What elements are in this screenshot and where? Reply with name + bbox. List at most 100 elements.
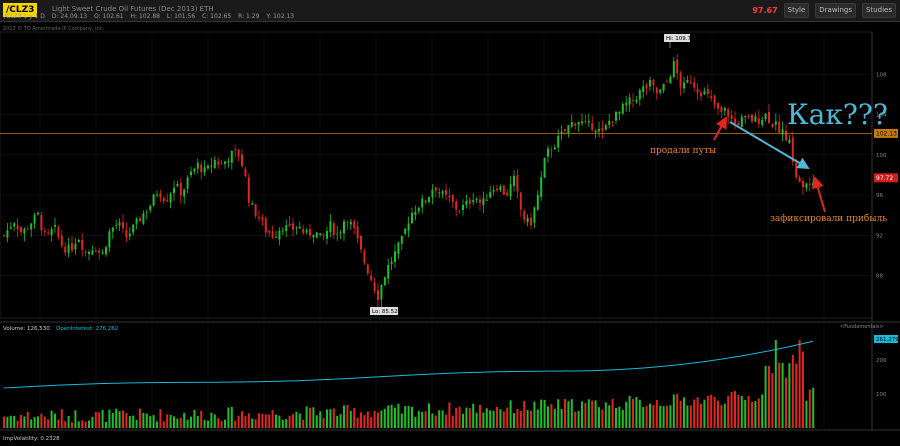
candle-body [377, 290, 379, 301]
candle-body [152, 194, 155, 206]
volume-bar [298, 413, 301, 428]
candle-body [635, 100, 638, 102]
volume-bar [47, 419, 50, 428]
candle-body [802, 181, 804, 188]
volume-bar [363, 414, 366, 428]
volume-bar [244, 416, 247, 428]
volume-bar [383, 408, 386, 428]
volume-bar [397, 403, 400, 428]
volume-bar [145, 413, 148, 428]
volume-bar [761, 394, 764, 428]
candle-body [696, 89, 699, 93]
volume-bar [611, 398, 614, 428]
volume-bar [662, 406, 665, 428]
candle-body [448, 195, 451, 198]
candle-body [438, 192, 441, 194]
volume-bar [142, 412, 145, 428]
volume-bar [618, 406, 621, 428]
candle-body [642, 86, 645, 92]
volume-bar [492, 410, 495, 428]
volume-bar [94, 411, 97, 428]
candle-body [224, 161, 226, 165]
volume-bar [224, 419, 226, 428]
candle-body [632, 99, 634, 101]
volume-bar [84, 421, 87, 428]
volume-bar [594, 400, 597, 428]
volume-bar [530, 410, 532, 428]
price-tick-label: 100 [876, 153, 887, 159]
price-tick-label: 88 [876, 274, 883, 280]
candle-body [547, 148, 549, 157]
candle-body [360, 235, 362, 250]
candle-body [445, 189, 447, 195]
volume-bar [135, 419, 138, 428]
candle-body [509, 184, 512, 197]
volume-bar [186, 419, 189, 428]
volume-bar [190, 416, 192, 428]
volume-bar [523, 400, 526, 428]
candle-body [404, 228, 407, 234]
candle-body [149, 205, 152, 211]
volume-bar [64, 421, 67, 428]
volume-bar [346, 404, 349, 428]
candle-body [472, 200, 475, 203]
volume-bar [166, 414, 169, 428]
price-tick-label: 96 [876, 193, 883, 199]
volume-bar [591, 400, 594, 428]
volume-bar [543, 399, 546, 428]
volume-bar [404, 406, 407, 428]
volume-bar [77, 421, 80, 428]
volume-bar [564, 399, 566, 428]
volume-bar [547, 406, 549, 428]
volume-bar [428, 403, 430, 428]
candle-body [808, 183, 811, 185]
candle-body [43, 230, 46, 233]
volume-bar [451, 415, 454, 428]
volume-bar [407, 405, 410, 428]
volume-bar [162, 421, 165, 428]
volume-bar [349, 410, 352, 428]
candle-body [312, 234, 315, 238]
candle-body [64, 246, 67, 253]
candle-body [230, 150, 233, 163]
candle-body [356, 226, 359, 239]
volume-bar [581, 401, 583, 428]
candle-body [16, 225, 19, 230]
volume-bar [261, 413, 264, 428]
candle-body [482, 198, 485, 206]
volume-bar [703, 399, 706, 428]
volume-bar [105, 421, 107, 428]
candle-body [237, 149, 240, 157]
candle-body [496, 188, 498, 191]
candle-body [717, 102, 719, 109]
candle-body [288, 223, 291, 226]
volume-bar [655, 400, 658, 428]
candle-body [781, 129, 784, 135]
candle-body [125, 230, 128, 238]
candle-body [652, 79, 655, 86]
candle-body [519, 192, 522, 210]
candle-body [6, 230, 9, 238]
volume-bar [380, 410, 383, 428]
candle-body [363, 251, 366, 263]
candle-body [730, 115, 733, 119]
volume-bar [411, 406, 413, 428]
volume-bar [173, 416, 175, 428]
volume-bar [152, 415, 155, 428]
candle-body [693, 82, 696, 88]
candle-body [662, 83, 665, 91]
volume-bar [713, 396, 716, 428]
volume-bar [785, 377, 787, 428]
volume-bar [485, 408, 488, 428]
candle-body [530, 217, 532, 226]
volume-bar [305, 406, 308, 428]
volume-bar [771, 373, 774, 428]
volume-bar [499, 409, 502, 428]
volume-axis-ticks: 100 200 [876, 358, 887, 398]
candle-body [431, 189, 434, 198]
candle-body [213, 159, 216, 168]
volume-bar [271, 410, 274, 428]
volume-bar [370, 417, 373, 428]
volume-bar [128, 415, 131, 428]
candle-body [768, 111, 770, 123]
